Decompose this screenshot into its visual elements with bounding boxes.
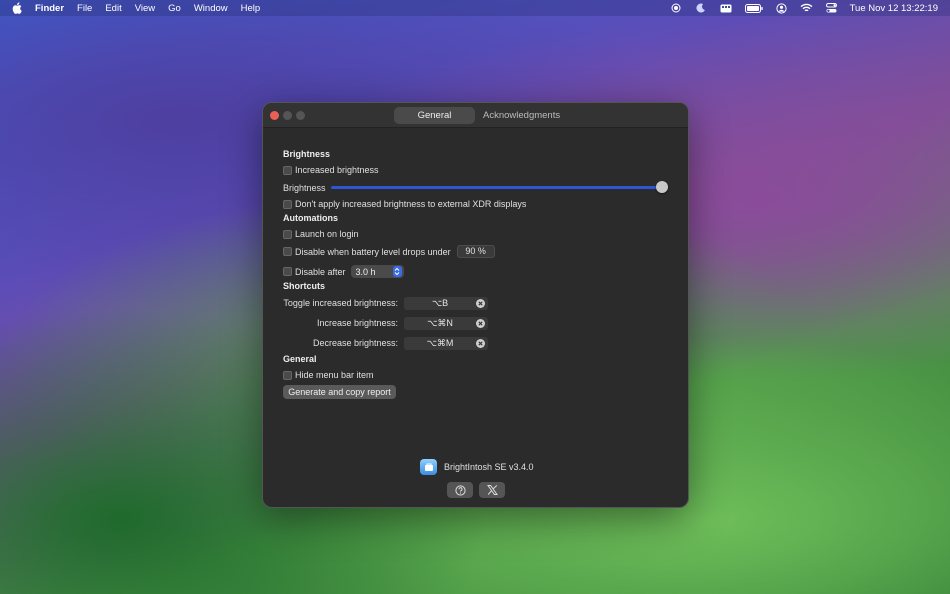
clear-shortcut-icon[interactable] — [476, 299, 485, 308]
shortcut-recorder-toggle[interactable]: ⌥B — [404, 297, 488, 310]
xdr-label: Don't apply increased brightness to exte… — [295, 199, 527, 209]
hide-menu-bar-row[interactable]: Hide menu bar item — [283, 370, 374, 380]
minimize-window-button[interactable] — [283, 111, 292, 120]
menu-window[interactable]: Window — [194, 3, 228, 14]
disable-after-label: Disable after — [295, 266, 346, 277]
zoom-window-button[interactable] — [296, 111, 305, 120]
app-version: BrightIntosh SE v3.4.0 — [444, 462, 534, 472]
menu-edit[interactable]: Edit — [105, 3, 121, 14]
battery-row[interactable]: Disable when battery level drops under 9… — [283, 245, 495, 258]
brightness-slider-track[interactable] — [331, 186, 662, 189]
help-circle-icon — [454, 484, 466, 496]
control-center-icon[interactable] — [825, 3, 838, 14]
shortcut-keys-increase: ⌥⌘N — [427, 318, 453, 328]
app-icon — [420, 459, 437, 475]
menu-view[interactable]: View — [135, 3, 155, 14]
shortcut-keys-toggle: ⌥B — [431, 298, 449, 308]
battery-icon[interactable] — [744, 3, 763, 14]
general-section-title: General — [283, 354, 317, 364]
generate-report-button[interactable]: Generate and copy report — [283, 385, 396, 399]
disable-after-checkbox[interactable] — [283, 267, 292, 276]
close-window-button[interactable] — [270, 111, 279, 120]
battery-checkbox[interactable] — [283, 247, 292, 256]
shortcut-keys-decrease: ⌥⌘M — [426, 338, 454, 348]
wifi-icon[interactable] — [800, 3, 813, 14]
xdr-row[interactable]: Don't apply increased brightness to exte… — [283, 199, 526, 209]
menu-help[interactable]: Help — [241, 3, 261, 14]
brightness-section-title: Brightness — [283, 149, 331, 159]
disable-after-value: 3.0 h — [355, 266, 376, 277]
user-icon[interactable] — [775, 2, 788, 14]
tab-acknowledgments[interactable]: Acknowledgments — [475, 107, 568, 124]
screen-record-icon[interactable] — [670, 3, 683, 14]
clear-shortcut-icon[interactable] — [476, 339, 485, 348]
launch-on-login-label: Launch on login — [295, 229, 359, 239]
automations-section-title: Automations — [283, 213, 338, 223]
disable-after-stepper[interactable]: 3.0 h — [350, 265, 404, 278]
menu-file[interactable]: File — [77, 3, 92, 14]
increased-brightness-label: Increased brightness — [295, 165, 379, 175]
battery-level-field[interactable]: 90 % — [456, 245, 495, 258]
app-info: BrightIntosh SE v3.4.0 — [420, 459, 534, 475]
increased-brightness-checkbox[interactable] — [283, 165, 292, 175]
menu-bar: Finder File Edit View Go Window Help Tue… — [0, 0, 950, 16]
launch-on-login-checkbox[interactable] — [283, 229, 292, 239]
menu-finder[interactable]: Finder — [35, 3, 64, 14]
shortcut-label-toggle: Toggle increased brightness: — [283, 298, 398, 308]
xdr-checkbox[interactable] — [283, 199, 292, 209]
increased-brightness-row[interactable]: Increased brightness — [283, 165, 379, 175]
brightness-slider-knob[interactable] — [656, 181, 668, 193]
menu-clock[interactable]: Tue Nov 12 13:22:19 — [850, 3, 938, 14]
brightness-slider-row: Brightness — [283, 181, 673, 193]
apple-icon[interactable] — [12, 2, 25, 14]
menu-go[interactable]: Go — [168, 3, 181, 14]
brightness-slider-label: Brightness — [283, 182, 326, 193]
hide-menu-bar-checkbox[interactable] — [283, 370, 292, 380]
shortcut-label-increase: Increase brightness: — [316, 318, 398, 328]
settings-window: General Acknowledgments Brightness Incre… — [262, 102, 689, 508]
shortcut-recorder-decrease[interactable]: ⌥⌘M — [404, 337, 488, 350]
launch-on-login-row[interactable]: Launch on login — [283, 229, 359, 239]
tab-bar: General Acknowledgments — [394, 107, 568, 124]
shortcut-label-decrease: Decrease brightness: — [312, 338, 398, 348]
x-logo-icon — [486, 485, 498, 495]
shortcut-recorder-increase[interactable]: ⌥⌘N — [404, 317, 488, 330]
shortcuts-section-title: Shortcuts — [283, 281, 326, 291]
title-bar: General Acknowledgments — [263, 103, 688, 128]
disable-after-row[interactable]: Disable after 3.0 h — [283, 265, 404, 278]
tab-general[interactable]: General — [394, 107, 475, 124]
stepper-arrows-icon[interactable] — [392, 266, 402, 277]
help-button[interactable] — [447, 482, 473, 498]
display-icon[interactable] — [720, 3, 733, 14]
x-social-button[interactable] — [479, 482, 505, 498]
moon-icon[interactable] — [695, 3, 708, 14]
hide-menu-bar-label: Hide menu bar item — [295, 370, 374, 380]
clear-shortcut-icon[interactable] — [476, 319, 485, 328]
battery-label: Disable when battery level drops under — [295, 246, 451, 257]
